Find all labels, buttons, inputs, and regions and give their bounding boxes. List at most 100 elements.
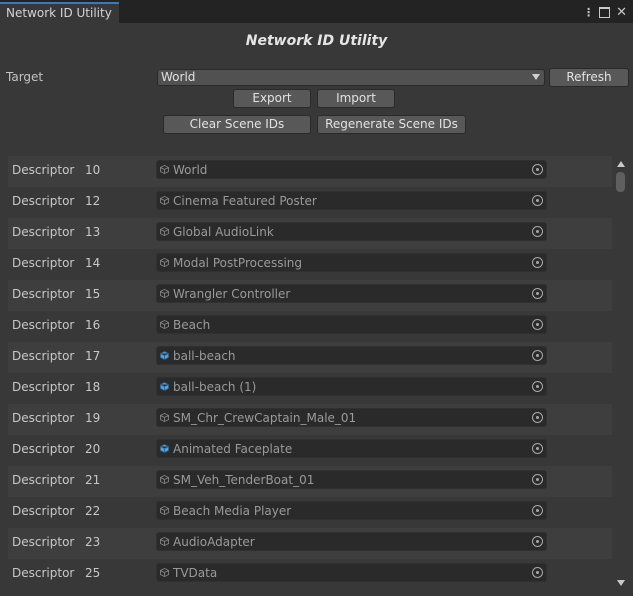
object-field[interactable]: Beach Media Player xyxy=(156,501,547,520)
export-button[interactable]: Export xyxy=(233,89,311,108)
row-network-id: 12 xyxy=(85,194,101,208)
row-network-id: 18 xyxy=(85,380,101,394)
object-picker-icon[interactable] xyxy=(532,412,543,423)
row-network-id: 10 xyxy=(85,163,101,177)
tab-bar: Network ID Utility ⋮ ✕ xyxy=(0,0,633,23)
row-network-id: 14 xyxy=(85,256,101,270)
row-label: Descriptor xyxy=(12,473,75,487)
prefab-icon xyxy=(160,351,169,360)
list-item: Descriptor 21 SM_Veh_TenderBoat_01 xyxy=(8,466,612,497)
object-field[interactable]: Animated Faceplate xyxy=(156,439,547,458)
row-label: Descriptor xyxy=(12,225,75,239)
object-field[interactable]: World xyxy=(156,160,547,179)
row-network-id: 16 xyxy=(85,318,101,332)
target-label: Target xyxy=(6,70,44,84)
maximize-icon[interactable] xyxy=(599,6,611,18)
gameobject-icon xyxy=(160,165,169,174)
object-field[interactable]: Global AudioLink xyxy=(156,222,547,241)
object-picker-icon[interactable] xyxy=(532,257,543,268)
row-label: Descriptor xyxy=(12,535,75,549)
list-item: Descriptor 14 Modal PostProcessing xyxy=(8,249,612,280)
gameobject-icon xyxy=(160,320,169,329)
row-label: Descriptor xyxy=(12,411,75,425)
row-label: Descriptor xyxy=(12,287,75,301)
object-field[interactable]: SM_Chr_CrewCaptain_Male_01 xyxy=(156,408,547,427)
object-field[interactable]: ball-beach (1) xyxy=(156,377,547,396)
list-item: Descriptor 17 ball-beach xyxy=(8,342,612,373)
object-picker-icon[interactable] xyxy=(532,319,543,330)
row-network-id: 15 xyxy=(85,287,101,301)
object-field[interactable]: AudioAdapter xyxy=(156,532,547,551)
row-label: Descriptor xyxy=(12,318,75,332)
object-field[interactable]: TVData xyxy=(156,563,547,582)
object-picker-icon[interactable] xyxy=(532,443,543,454)
kebab-menu-icon[interactable]: ⋮ xyxy=(583,6,594,19)
object-field[interactable]: Cinema Featured Poster xyxy=(156,191,547,210)
row-network-id: 25 xyxy=(85,566,101,580)
object-picker-icon[interactable] xyxy=(532,567,543,578)
object-field[interactable]: Modal PostProcessing xyxy=(156,253,547,272)
gameobject-icon xyxy=(160,258,169,267)
scroll-thumb[interactable] xyxy=(616,172,625,192)
gameobject-icon xyxy=(160,475,169,484)
list-item: Descriptor 15 Wrangler Controller xyxy=(8,280,612,311)
scroll-down-arrow-icon[interactable] xyxy=(617,580,625,586)
object-field-value: World xyxy=(173,163,208,177)
row-label: Descriptor xyxy=(12,504,75,518)
gameobject-icon xyxy=(160,289,169,298)
list-item: Descriptor 22 Beach Media Player xyxy=(8,497,612,528)
list-item: Descriptor 18 ball-beach (1) xyxy=(8,373,612,404)
gameobject-icon xyxy=(160,568,169,577)
row-label: Descriptor xyxy=(12,442,75,456)
row-label: Descriptor xyxy=(12,349,75,363)
descriptor-list: Descriptor 10 World Descriptor 12 Cinema Feat… xyxy=(8,156,612,594)
row-label: Descriptor xyxy=(12,194,75,208)
network-id-utility-window: Network ID Utility ⋮ ✕ Network ID Utilit… xyxy=(0,0,633,596)
list-item: Descriptor 23 AudioAdapter xyxy=(8,528,612,559)
scroll-up-arrow-icon[interactable] xyxy=(617,161,625,167)
object-field-value: Beach xyxy=(173,318,211,332)
row-label: Descriptor xyxy=(12,380,75,394)
regenerate-scene-ids-button[interactable]: Regenerate Scene IDs xyxy=(317,115,466,134)
object-field-value: Cinema Featured Poster xyxy=(173,194,317,208)
row-network-id: 21 xyxy=(85,473,101,487)
prefab-icon xyxy=(160,382,169,391)
clear-scene-ids-button[interactable]: Clear Scene IDs xyxy=(163,115,311,134)
object-field[interactable]: Wrangler Controller xyxy=(156,284,547,303)
object-field[interactable]: SM_Veh_TenderBoat_01 xyxy=(156,470,547,489)
target-dropdown[interactable]: World xyxy=(157,69,545,86)
list-item: Descriptor 20 Animated Faceplate xyxy=(8,435,612,466)
object-field-value: Beach Media Player xyxy=(173,504,292,518)
object-picker-icon[interactable] xyxy=(532,474,543,485)
refresh-button[interactable]: Refresh xyxy=(549,68,629,87)
object-field-value: SM_Chr_CrewCaptain_Male_01 xyxy=(173,411,357,425)
object-picker-icon[interactable] xyxy=(532,164,543,175)
row-label: Descriptor xyxy=(12,163,75,177)
gameobject-icon xyxy=(160,196,169,205)
object-field-value: Modal PostProcessing xyxy=(173,256,302,270)
row-network-id: 17 xyxy=(85,349,101,363)
object-picker-icon[interactable] xyxy=(532,536,543,547)
list-item: Descriptor 19 SM_Chr_CrewCaptain_Male_01 xyxy=(8,404,612,435)
target-dropdown-value: World xyxy=(161,70,196,84)
object-picker-icon[interactable] xyxy=(532,195,543,206)
object-picker-icon[interactable] xyxy=(532,226,543,237)
chevron-down-icon xyxy=(532,74,540,80)
row-network-id: 19 xyxy=(85,411,101,425)
list-item: Descriptor 25 TVData xyxy=(8,559,612,590)
row-network-id: 22 xyxy=(85,504,101,518)
gameobject-icon xyxy=(160,537,169,546)
row-network-id: 20 xyxy=(85,442,101,456)
list-item: Descriptor 12 Cinema Featured Poster xyxy=(8,187,612,218)
object-field[interactable]: ball-beach xyxy=(156,346,547,365)
object-picker-icon[interactable] xyxy=(532,505,543,516)
vertical-scrollbar[interactable] xyxy=(614,156,628,594)
close-icon[interactable]: ✕ xyxy=(616,5,627,20)
import-button[interactable]: Import xyxy=(317,89,395,108)
object-field[interactable]: Beach xyxy=(156,315,547,334)
object-picker-icon[interactable] xyxy=(532,350,543,361)
object-picker-icon[interactable] xyxy=(532,381,543,392)
object-picker-icon[interactable] xyxy=(532,288,543,299)
object-field-value: ball-beach (1) xyxy=(173,380,257,394)
tab-network-id-utility[interactable]: Network ID Utility xyxy=(0,2,119,23)
